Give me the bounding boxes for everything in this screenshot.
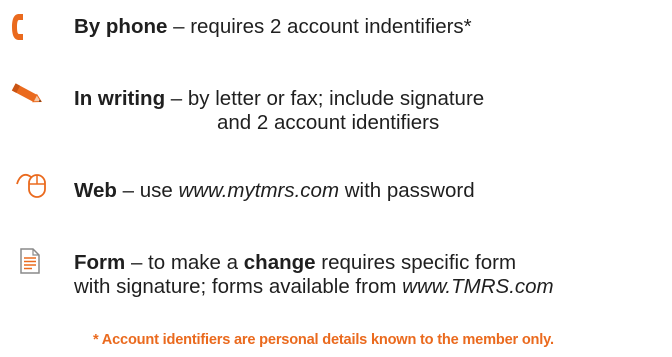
footnote: * Account identifiers are personal detai… <box>93 332 554 348</box>
list-item-form: Form – to make a change requires specifi… <box>74 251 554 299</box>
item-text-continued: with signature; forms available from <box>74 275 403 298</box>
item-text: – use <box>116 179 179 202</box>
item-text: – to make a <box>125 251 244 274</box>
phone-icon <box>12 14 23 40</box>
item-label: Form <box>74 251 126 274</box>
pencil-icon <box>11 83 43 103</box>
document-icon <box>20 248 40 274</box>
item-emphasis: change <box>243 251 316 274</box>
item-label: In writing <box>74 87 166 110</box>
list-item-web: Web – use www.mytmrs.com with password <box>74 179 475 203</box>
website-link[interactable]: www.mytmrs.com <box>178 179 339 202</box>
list-item-phone: By phone – requires 2 account indentifie… <box>74 15 472 39</box>
item-text: – requires 2 account indentifiers* <box>167 15 472 38</box>
item-label: Web <box>74 179 117 202</box>
mouse-icon <box>16 173 46 198</box>
website-link[interactable]: www.TMRS.com <box>402 275 553 298</box>
item-label: By phone <box>74 15 168 38</box>
item-text: – by letter or fax; include signature <box>165 87 485 110</box>
item-text: requires specific form <box>315 251 517 274</box>
item-text: with password <box>339 179 475 202</box>
item-text-continued: and 2 account identifiers <box>217 111 440 134</box>
list-item-writing: In writing – by letter or fax; include s… <box>74 87 484 135</box>
